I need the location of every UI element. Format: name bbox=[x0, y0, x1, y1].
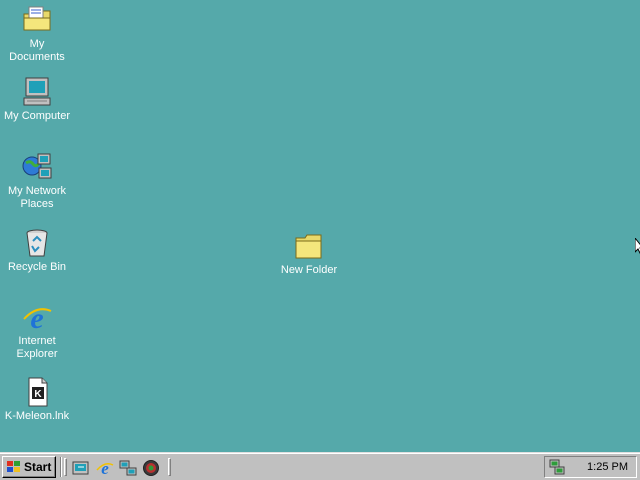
show-desktop-icon[interactable] bbox=[72, 459, 90, 477]
svg-text:e: e bbox=[101, 459, 109, 477]
svg-text:e: e bbox=[30, 302, 43, 333]
windows-logo-icon bbox=[7, 461, 20, 472]
desktop-icon-label: K-Meleon.lnk bbox=[4, 410, 70, 422]
k-meleon-shortcut-icon: K bbox=[28, 377, 48, 407]
mouse-cursor-icon bbox=[635, 238, 640, 255]
desktop-icon-my-documents[interactable]: My Documents bbox=[0, 4, 74, 64]
folder-icon bbox=[295, 234, 322, 259]
system-tray: 1:25 PM bbox=[544, 456, 637, 478]
network-places-icon bbox=[22, 153, 52, 179]
my-computer-icon bbox=[23, 77, 51, 106]
desktop-icon-recycle-bin[interactable]: Recycle Bin bbox=[0, 227, 74, 274]
taskbar-grip[interactable] bbox=[168, 458, 171, 476]
desktop-icon-label: My Documents bbox=[9, 38, 65, 63]
desktop-icon-my-network-places[interactable]: My Network Places bbox=[0, 151, 74, 211]
taskbar-separator bbox=[60, 457, 62, 477]
clock[interactable]: 1:25 PM bbox=[587, 461, 628, 473]
desktop-icon-internet-explorer[interactable]: e Internet Explorer bbox=[0, 301, 74, 361]
desktop-icon-label: Recycle Bin bbox=[7, 261, 67, 273]
network-icon[interactable] bbox=[119, 459, 137, 477]
globe-icon[interactable] bbox=[142, 459, 160, 477]
start-button[interactable]: Start bbox=[2, 456, 56, 478]
svg-text:K: K bbox=[34, 389, 42, 400]
desktop-icon-label: New Folder bbox=[280, 264, 338, 276]
desktop-icon-k-meleon[interactable]: K K-Meleon.lnk bbox=[0, 376, 74, 423]
desktop-icon-label: My Computer bbox=[3, 110, 71, 122]
desktop-icon-new-folder[interactable]: New Folder bbox=[272, 230, 346, 277]
desktop-icon-label: Internet Explorer bbox=[16, 335, 58, 360]
my-documents-icon bbox=[23, 6, 51, 31]
desktop-icon-label: My Network Places bbox=[7, 185, 67, 210]
quick-launch-grip[interactable] bbox=[64, 458, 67, 476]
internet-explorer-icon[interactable]: e bbox=[96, 459, 114, 477]
taskbar: Start e 1:25 PM bbox=[0, 452, 640, 480]
desktop[interactable]: My Documents My Computer My Network Plac… bbox=[0, 0, 640, 452]
start-label: Start bbox=[24, 460, 52, 474]
recycle-bin-icon bbox=[26, 229, 48, 257]
internet-explorer-icon: e bbox=[23, 302, 52, 333]
desktop-icon-my-computer[interactable]: My Computer bbox=[0, 76, 74, 123]
network-status-icon[interactable] bbox=[548, 459, 566, 475]
